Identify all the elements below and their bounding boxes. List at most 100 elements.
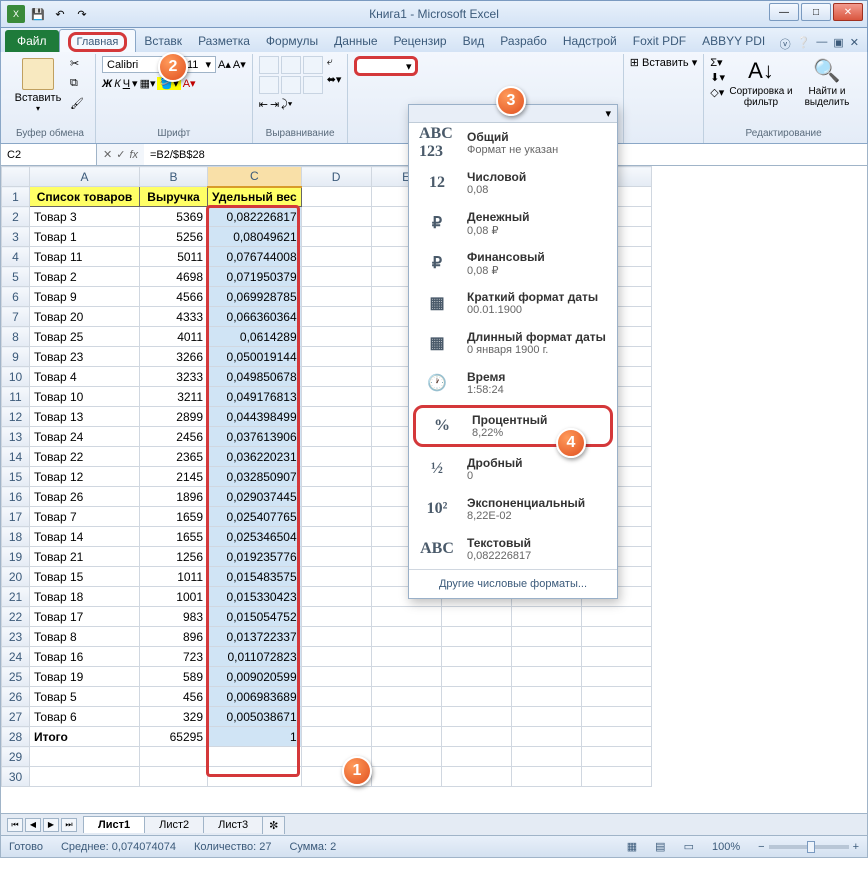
tab-foxit[interactable]: Foxit PDF (625, 30, 694, 52)
view-layout-icon[interactable]: ▤ (655, 840, 665, 853)
cell[interactable]: 0,069928785 (208, 287, 302, 307)
close-button[interactable]: ✕ (833, 3, 863, 21)
sort-filter-button[interactable]: A↓ Сортировка и фильтр (729, 56, 793, 108)
number-format-combo[interactable]: ▾ (354, 56, 418, 76)
cell[interactable] (301, 407, 371, 427)
row-header[interactable]: 9 (2, 347, 30, 367)
format-painter-icon[interactable]: 🖌 (69, 96, 89, 114)
cell[interactable] (301, 247, 371, 267)
cell-total-label[interactable]: Итого (30, 727, 140, 747)
cell[interactable] (301, 427, 371, 447)
row-header[interactable]: 18 (2, 527, 30, 547)
cell[interactable]: 2899 (140, 407, 208, 427)
cell[interactable]: 0,050019144 (208, 347, 302, 367)
cell[interactable]: Товар 3 (30, 207, 140, 227)
tab-developer[interactable]: Разрабо (492, 30, 555, 52)
cell[interactable] (301, 267, 371, 287)
zoom-out-icon[interactable]: − (758, 841, 764, 853)
align-top-icon[interactable] (259, 56, 279, 74)
paste-button[interactable]: Вставить ▾ (11, 56, 65, 113)
autosum-icon[interactable]: Σ▾ (710, 56, 725, 69)
number-format-числовой[interactable]: 12 Числовой 0,08 (409, 163, 617, 203)
sheet-nav-first[interactable]: ⏮ (7, 818, 23, 832)
cell[interactable]: 0,071950379 (208, 267, 302, 287)
cell[interactable]: 4698 (140, 267, 208, 287)
view-break-icon[interactable]: ▭ (684, 840, 694, 853)
cell[interactable]: 0,08049621 (208, 227, 302, 247)
row-header[interactable]: 21 (2, 587, 30, 607)
row-header[interactable]: 23 (2, 627, 30, 647)
cell[interactable]: Товар 8 (30, 627, 140, 647)
minimize-ribbon-icon[interactable]: ⓥ (780, 36, 791, 52)
cell[interactable]: Товар 11 (30, 247, 140, 267)
fx-icon[interactable]: fx (129, 149, 138, 161)
cell[interactable]: 1011 (140, 567, 208, 587)
cell[interactable]: 4333 (140, 307, 208, 327)
cell[interactable] (301, 567, 371, 587)
cell[interactable]: 1896 (140, 487, 208, 507)
cell[interactable] (301, 287, 371, 307)
align-right-icon[interactable] (303, 76, 323, 94)
cell[interactable]: 456 (140, 687, 208, 707)
cell[interactable] (301, 327, 371, 347)
number-format-финансовый[interactable]: ₽ Финансовый 0,08 ₽ (409, 243, 617, 283)
cell[interactable]: 0,029037445 (208, 487, 302, 507)
row-header[interactable]: 28 (2, 727, 30, 747)
tab-insert[interactable]: Вставк (136, 30, 190, 52)
col-header-B[interactable]: B (140, 167, 208, 187)
row-header[interactable]: 17 (2, 507, 30, 527)
cell[interactable] (301, 627, 371, 647)
row-header[interactable]: 8 (2, 327, 30, 347)
cell[interactable]: 1001 (140, 587, 208, 607)
row-header[interactable]: 19 (2, 547, 30, 567)
cell[interactable]: Товар 14 (30, 527, 140, 547)
cell[interactable] (301, 507, 371, 527)
zoom-slider[interactable]: − + (758, 841, 859, 853)
border-icon[interactable]: ▦▾ (140, 77, 156, 90)
row-header[interactable]: 5 (2, 267, 30, 287)
cell[interactable] (301, 387, 371, 407)
cell[interactable]: Товар 19 (30, 667, 140, 687)
cell[interactable]: 3266 (140, 347, 208, 367)
sheet-nav-next[interactable]: ▶ (43, 818, 59, 832)
cell[interactable]: 896 (140, 627, 208, 647)
insert-cells-button[interactable]: ⊞ Вставить ▾ (630, 56, 698, 69)
mdi-min-icon[interactable]: — (816, 36, 827, 52)
tab-abbyy[interactable]: ABBYY PDI (694, 30, 773, 52)
copy-icon[interactable]: ⧉ (69, 76, 89, 94)
align-middle-icon[interactable] (281, 56, 301, 74)
cell[interactable]: Товар 23 (30, 347, 140, 367)
bold-icon[interactable]: Ж (102, 78, 112, 90)
zoom-in-icon[interactable]: + (853, 841, 859, 853)
row-header[interactable]: 27 (2, 707, 30, 727)
cell[interactable]: Товар 16 (30, 647, 140, 667)
minimize-button[interactable]: — (769, 3, 799, 21)
cell[interactable]: 0,082226817 (208, 207, 302, 227)
cell[interactable]: Товар 26 (30, 487, 140, 507)
zoom-level[interactable]: 100% (712, 841, 740, 853)
col-header-C[interactable]: C (208, 167, 302, 187)
cell[interactable] (301, 187, 371, 207)
cell[interactable]: 0,066360364 (208, 307, 302, 327)
row-header[interactable]: 11 (2, 387, 30, 407)
number-format-время[interactable]: 🕐 Время 1:58:24 (409, 363, 617, 403)
cell[interactable]: 0,006983689 (208, 687, 302, 707)
cell[interactable]: 0,044398499 (208, 407, 302, 427)
align-center-icon[interactable] (281, 76, 301, 94)
cell[interactable]: 0,037613906 (208, 427, 302, 447)
cell[interactable]: Товар 25 (30, 327, 140, 347)
row-header[interactable]: 26 (2, 687, 30, 707)
cut-icon[interactable]: ✂ (69, 56, 89, 74)
cell[interactable]: 0,025346504 (208, 527, 302, 547)
cell[interactable]: Товар 15 (30, 567, 140, 587)
merge-icon[interactable]: ⬌▾ (327, 73, 342, 86)
cell[interactable]: 329 (140, 707, 208, 727)
cell[interactable]: 0,076744008 (208, 247, 302, 267)
cell[interactable] (301, 307, 371, 327)
number-format-денежный[interactable]: ₽ Денежный 0,08 ₽ (409, 203, 617, 243)
cell[interactable]: 723 (140, 647, 208, 667)
cell[interactable]: Товар 18 (30, 587, 140, 607)
col-header-A[interactable]: A (30, 167, 140, 187)
cell[interactable] (301, 687, 371, 707)
cell[interactable]: 0,049850678 (208, 367, 302, 387)
